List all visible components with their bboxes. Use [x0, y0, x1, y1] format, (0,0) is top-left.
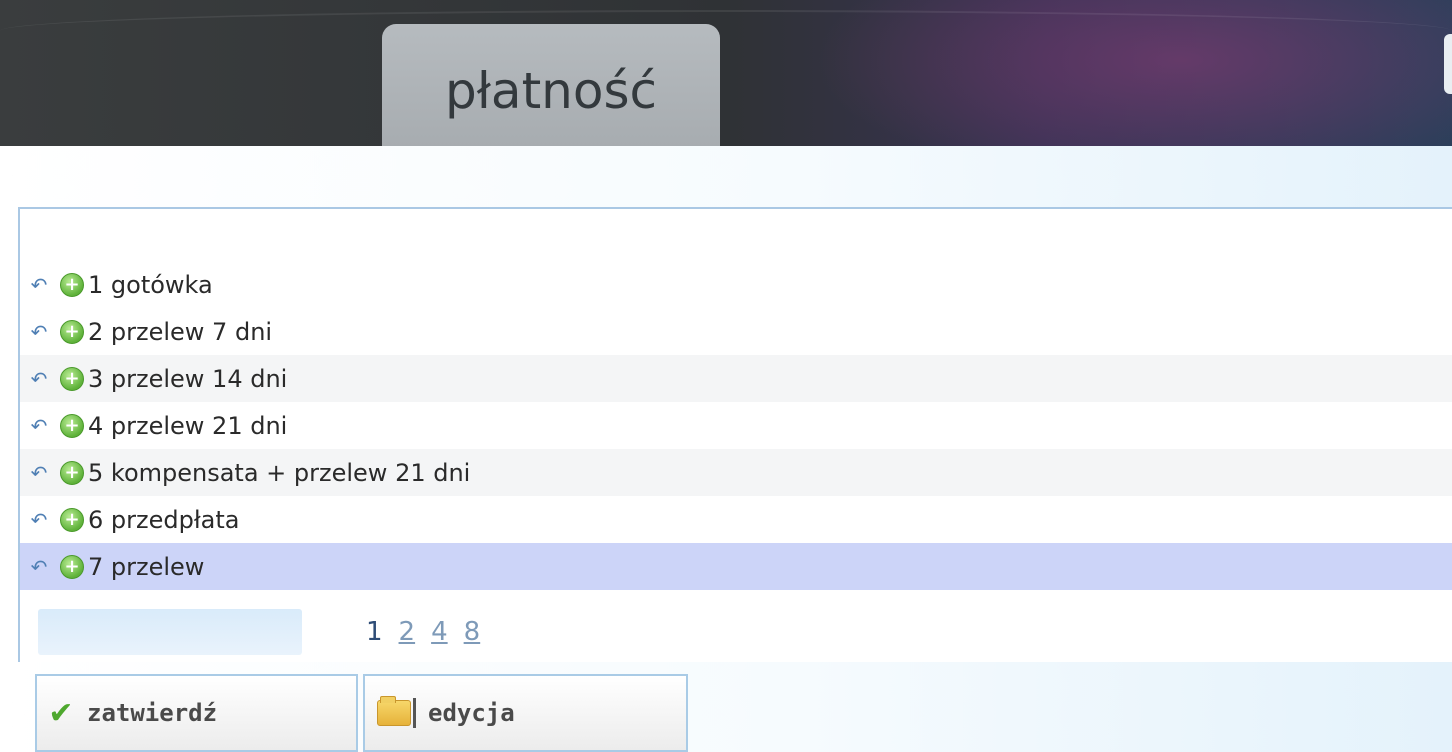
header-bar: płatność [0, 0, 1452, 146]
list-item-label: 1 gotówka [88, 270, 213, 299]
back-arrow-icon[interactable]: ↶ [22, 461, 56, 485]
list-item-label: 2 przelew 7 dni [88, 317, 273, 346]
checkmark-icon: ✔ [48, 695, 74, 731]
list-item-label: 7 przelew [88, 552, 205, 581]
back-arrow-icon[interactable]: ↶ [22, 555, 56, 579]
list-item[interactable]: ↶ + 4 przelew 21 dni [20, 402, 1452, 449]
green-plus-icon[interactable]: + [60, 319, 84, 344]
confirm-button[interactable]: ✔ zatwierdź [35, 674, 358, 752]
page-size-links: 1 2 4 8 [366, 617, 480, 647]
header-decoration [0, 10, 1452, 52]
confirm-button-label: zatwierdź [87, 699, 218, 727]
list-item-label: 3 przelew 14 dni [88, 364, 288, 393]
back-arrow-icon[interactable]: ↶ [22, 367, 56, 391]
list-item[interactable]: ↶ + 6 przedpłata [20, 496, 1452, 543]
green-plus-icon[interactable]: + [60, 554, 84, 579]
list-item[interactable]: ↶ + 2 przelew 7 dni [20, 308, 1452, 355]
back-arrow-icon[interactable]: ↶ [22, 414, 56, 438]
green-plus-icon[interactable]: + [60, 272, 84, 297]
page-link-4[interactable]: 4 [431, 617, 448, 647]
page-link-2[interactable]: 2 [399, 617, 416, 647]
list-item[interactable]: ↶ + 5 kompensata + przelew 21 dni [20, 449, 1452, 496]
payment-list-panel: ↶ + 1 gotówka ↶ + 2 przelew 7 dni ↶ + 3 … [18, 207, 1452, 662]
green-plus-icon[interactable]: + [60, 460, 84, 485]
list-item-selected[interactable]: ↶ + 7 przelew [20, 543, 1452, 590]
green-plus-icon[interactable]: + [60, 413, 84, 438]
list-item-label: 5 kompensata + przelew 21 dni [88, 458, 471, 487]
list-item[interactable]: ↶ + 1 gotówka [20, 261, 1452, 308]
folder-edit-icon [377, 696, 416, 728]
list-item-label: 4 przelew 21 dni [88, 411, 288, 440]
page-link-8[interactable]: 8 [464, 617, 481, 647]
list-item-label: 6 przedpłata [88, 505, 240, 534]
edit-button-label: edycja [428, 699, 515, 727]
edit-button[interactable]: edycja [363, 674, 688, 752]
list-item[interactable]: ↶ + 3 przelew 14 dni [20, 355, 1452, 402]
green-plus-icon[interactable]: + [60, 366, 84, 391]
page-link-1[interactable]: 1 [366, 617, 383, 647]
back-arrow-icon[interactable]: ↶ [22, 273, 56, 297]
back-arrow-icon[interactable]: ↶ [22, 508, 56, 532]
payment-list: ↶ + 1 gotówka ↶ + 2 przelew 7 dni ↶ + 3 … [20, 261, 1452, 590]
back-arrow-icon[interactable]: ↶ [22, 320, 56, 344]
tab-title: płatność [444, 62, 657, 120]
pager-input-field[interactable] [38, 609, 302, 655]
header-edge-tab[interactable] [1444, 34, 1452, 94]
pager: 1 2 4 8 [20, 605, 1452, 662]
tab-platnosc[interactable]: płatność [382, 24, 720, 146]
green-plus-icon[interactable]: + [60, 507, 84, 532]
